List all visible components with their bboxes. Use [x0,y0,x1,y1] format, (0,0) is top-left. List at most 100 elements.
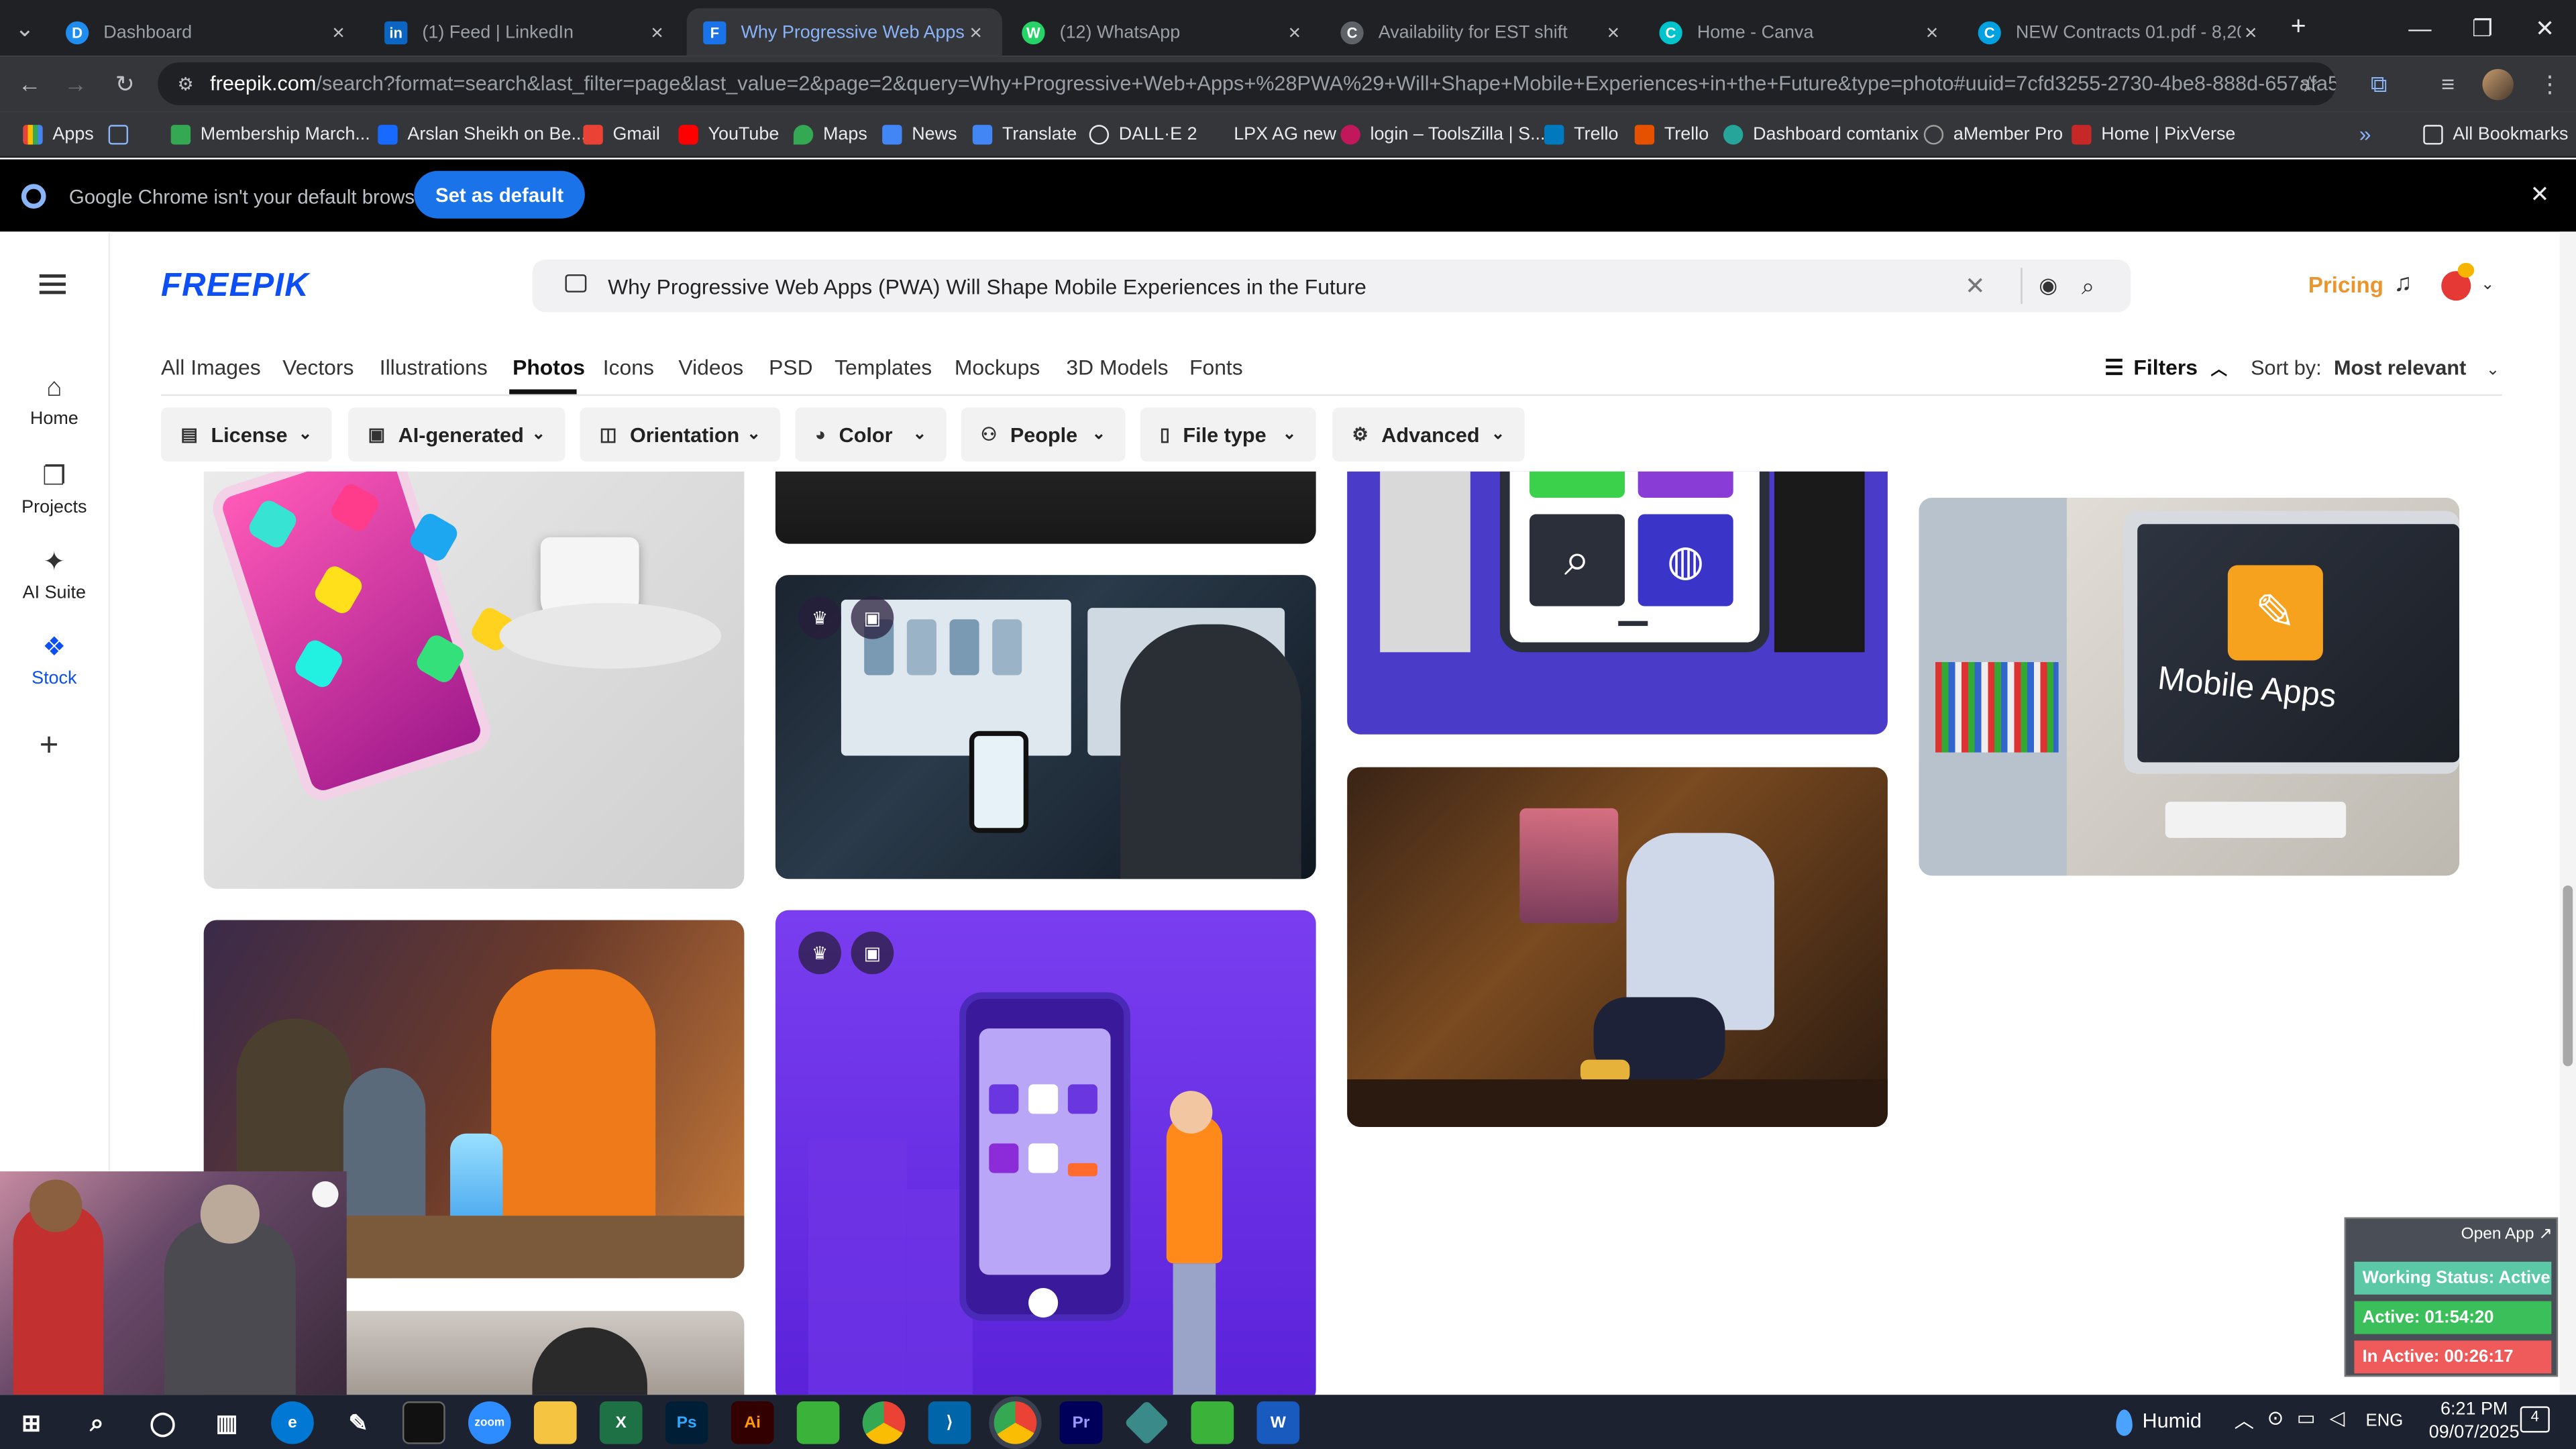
menu-icon[interactable] [39,274,66,294]
file-explorer-icon[interactable] [533,1401,577,1444]
bookmark-trello-1[interactable]: Trello [1544,112,1619,156]
tab-videos[interactable]: Videos [678,355,743,380]
close-infobar-icon[interactable]: ✕ [2530,180,2549,209]
tab-canva[interactable]: C Home - Canva × [1643,8,1958,56]
filter-ai-generated[interactable]: ▣ AI-generated ⌄ [348,407,566,462]
result-image-mobile-apps-monitor[interactable]: ✎ Mobile Apps [1919,498,2460,876]
tab-psd[interactable]: PSD [769,355,812,380]
sidebar-item-stock[interactable]: ❖ Stock [0,631,109,688]
tab-availability[interactable]: C Availability for EST shift × [1324,8,1640,56]
bookmark-gmail[interactable]: Gmail [583,112,660,156]
result-image-dark-desk[interactable] [775,471,1316,544]
cortana-icon[interactable]: ◯ [142,1401,184,1444]
weather-label[interactable]: Humid [2142,1409,2201,1432]
close-tab-icon[interactable]: × [966,19,985,44]
bookmark-maps[interactable]: Maps [793,112,867,156]
bell-icon[interactable]: ♫ [2394,270,2412,298]
new-tab-icon[interactable]: + [2273,0,2322,56]
result-image-woman-phone-night[interactable] [1347,767,1888,1128]
bookmark-youtube[interactable]: YouTube [678,112,779,156]
notification-center-icon[interactable]: 4 [2520,1406,2550,1433]
chevron-down-icon[interactable]: ⌄ [2481,276,2495,294]
tab-vectors[interactable]: Vectors [282,355,354,380]
all-bookmarks[interactable]: All Bookmarks [2423,112,2569,156]
bookmark-translate[interactable]: Translate [972,112,1077,156]
sidebar-item-projects[interactable]: ❐ Projects [0,460,109,518]
zoom-icon[interactable]: zoom [468,1401,511,1444]
back-icon[interactable]: ← [7,56,53,111]
tray-chevron-icon[interactable]: ︿ [2235,1406,2254,1434]
video-overlay[interactable] [0,1171,347,1395]
bookmark-grid[interactable] [108,112,138,156]
profile-avatar[interactable] [2482,68,2514,101]
address-bar[interactable]: ⚙ freepik.com/search?format=search&last_… [158,62,2337,105]
media-controls-icon[interactable]: ≡ [2425,56,2471,111]
search-icon[interactable]: ⌕ [2082,272,2131,300]
app-icon[interactable] [1191,1401,1234,1444]
tab-linkedin[interactable]: in (1) Feed | LinkedIn × [368,8,684,56]
clock-time[interactable]: 6:21 PM [2425,1400,2524,1419]
filter-file-type[interactable]: ▯ File type ⌄ [1140,407,1316,462]
pen-icon[interactable]: ✎ [337,1401,380,1444]
forward-icon[interactable]: → [52,56,99,111]
close-tab-icon[interactable]: × [1922,19,1941,44]
tray-app-icon[interactable]: ⊙ [2267,1406,2284,1429]
page-scrollbar[interactable] [2559,231,2576,1395]
bookmark-star-icon[interactable]: ☆ [2287,56,2333,111]
open-app-link[interactable]: Open App ↗ [2461,1226,2553,1244]
tab-icons[interactable]: Icons [603,355,654,380]
word-icon[interactable]: W [1256,1401,1300,1444]
sort-by[interactable]: Sort by: Most relevant ⌄ [2251,356,2500,379]
task-view-icon[interactable]: ▥ [205,1401,248,1444]
sidebar-item-ai-suite[interactable]: ✦ AI Suite [0,545,109,603]
clear-search-icon[interactable]: ✕ [1965,271,2004,301]
bookmark-amember[interactable]: aMember Pro [1923,112,2063,156]
terminal-icon[interactable] [402,1401,445,1444]
site-info-icon[interactable]: ⚙ [177,73,193,94]
bookmark-apps[interactable]: Apps [23,112,94,156]
camera-search-icon[interactable]: ◉ [2039,273,2082,299]
tab-illustrations[interactable]: Illustrations [380,355,488,380]
tab-freepik[interactable]: F Why Progressive Web Apps (PW × [686,8,1002,56]
bookmark-trello-2[interactable]: Trello [1634,112,1709,156]
chrome-active-icon[interactable] [994,1401,1037,1444]
close-window-icon[interactable]: ✕ [2514,0,2576,56]
close-tab-icon[interactable]: × [2241,19,2260,44]
tab-photos[interactable]: Photos [513,355,585,380]
bookmark-news[interactable]: News [882,112,957,156]
freepik-logo[interactable]: FREEPIK [161,268,309,305]
set-as-default-button[interactable]: Set as default [414,170,585,219]
tab-fonts[interactable]: Fonts [1189,355,1243,380]
tab-templates[interactable]: Templates [835,355,932,380]
sidebar-item-home[interactable]: ⌂ Home [0,374,109,429]
tab-search-icon[interactable]: ⌄ [3,0,46,56]
tab-mockups[interactable]: Mockups [955,355,1040,380]
app-icon[interactable] [1124,1400,1170,1446]
filter-license[interactable]: ▤ License ⌄ [161,407,332,462]
app-icon[interactable] [796,1401,840,1444]
chrome-icon[interactable] [862,1401,906,1444]
result-image-phone-hexagons[interactable] [203,471,745,889]
close-tab-icon[interactable]: × [647,19,667,44]
filter-color[interactable]: ◕ Color ⌄ [795,407,947,462]
bookmark-dalle[interactable]: DALL·E 2 [1089,112,1197,156]
photoshop-icon[interactable]: Ps [665,1401,708,1444]
volume-icon[interactable]: ◁ [2330,1406,2345,1429]
search-input[interactable]: Why Progressive Web Apps (PWA) Will Shap… [608,274,1965,299]
excel-icon[interactable]: X [599,1401,643,1444]
filter-people[interactable]: ⚇ People ⌄ [961,407,1126,462]
vscode-icon[interactable]: ⟩ [928,1401,971,1444]
tab-contracts-pdf[interactable]: C NEW Contracts 01.pdf - 8,208 × [1962,8,2277,56]
bookmark-pixverse[interactable]: Home | PixVerse [2072,112,2235,156]
more-bookmarks-icon[interactable]: » [2359,112,2371,156]
tab-whatsapp[interactable]: W (12) WhatsApp × [1006,8,1321,56]
filter-advanced[interactable]: ⚙ Advanced ⌄ [1332,407,1525,462]
filter-orientation[interactable]: ◫ Orientation ⌄ [580,407,781,462]
pricing-link[interactable]: Pricing [2308,273,2383,298]
tab-dashboard[interactable]: D Dashboard × [49,8,364,56]
edge-icon[interactable]: e [271,1401,314,1444]
add-icon[interactable]: + [40,728,59,765]
image-type-icon[interactable] [565,274,587,292]
windows-start-icon[interactable]: ⊞ [10,1401,53,1444]
language-indicator[interactable]: ENG [2366,1411,2404,1431]
